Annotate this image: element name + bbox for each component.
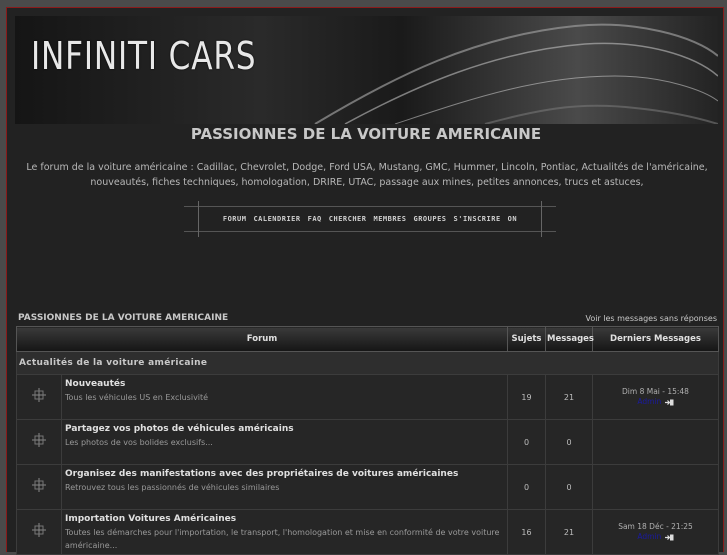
forum-posts-count: 21 <box>545 509 593 555</box>
site-logo[interactable]: INFINITI CARS <box>31 34 256 78</box>
goto-last-post-icon[interactable] <box>664 399 674 406</box>
nav-chercher[interactable]: chercher <box>329 215 367 223</box>
site-description: Le forum de la voiture américaine : Cadi… <box>26 162 708 188</box>
forum-read-icon <box>32 433 46 447</box>
forum-description: Retrouvez tous les passionnés de véhicul… <box>65 483 280 492</box>
forum-topics-count: 19 <box>507 374 546 420</box>
main-navigation: forum calendrier faq chercher membres gr… <box>184 201 556 237</box>
category-row: Actualités de la voiture américaine <box>16 351 719 375</box>
unanswered-posts-link[interactable]: Voir les messages sans réponses <box>585 314 717 323</box>
forum-description: Tous les véhicules US en Exclusivité <box>65 393 209 402</box>
last-post-author[interactable]: Admin <box>637 532 661 541</box>
category-title[interactable]: Actualités de la voiture américaine <box>16 351 719 375</box>
forum-row: Partagez vos photos de véhicules américa… <box>16 419 719 465</box>
forum-status-cell <box>16 464 62 510</box>
forum-read-icon <box>32 478 46 492</box>
nav-connexion[interactable]: on <box>508 215 517 223</box>
nav-membres[interactable]: membres <box>373 215 406 223</box>
page-frame: INFINITI CARS PASSIONNES DE LA VOITURE A… <box>6 7 724 555</box>
table-header-row: Forum Sujets Messages Derniers Messages <box>16 326 719 352</box>
forum-last-post: Dim 8 Mai - 15:48 Admin <box>592 374 719 420</box>
forum-info-cell: Importation Voitures Américaines Toutes … <box>61 509 508 555</box>
forum-info-cell: Partagez vos photos de véhicules américa… <box>61 419 508 465</box>
forum-description: Les photos de vos bolides exclusifs... <box>65 438 213 447</box>
forum-last-post <box>592 419 719 465</box>
forum-status-cell <box>16 419 62 465</box>
forum-posts-count: 21 <box>545 374 593 420</box>
forum-topics-count: 0 <box>507 464 546 510</box>
forum-posts-count: 0 <box>545 464 593 510</box>
nav-faq[interactable]: faq <box>308 215 322 223</box>
header-topics: Sujets <box>507 326 546 352</box>
forum-last-post: Sam 18 Déc - 21:25 Admin <box>592 509 719 555</box>
forum-title-link[interactable]: Nouveautés <box>65 379 505 389</box>
forum-index-table: Forum Sujets Messages Derniers Messages … <box>16 326 719 555</box>
forum-row: Organisez des manifestations avec des pr… <box>16 464 719 510</box>
forum-row: Importation Voitures Américaines Toutes … <box>16 509 719 555</box>
last-post-date: Sam 18 Déc - 21:25 <box>618 522 693 531</box>
nav-groupes[interactable]: groupes <box>414 215 447 223</box>
forum-status-cell <box>16 509 62 555</box>
forum-last-post <box>592 464 719 510</box>
forum-title-link[interactable]: Importation Voitures Américaines <box>65 514 505 524</box>
header-forum: Forum <box>16 326 508 352</box>
last-post-date: Dim 8 Mai - 15:48 <box>622 387 689 396</box>
forum-title-link[interactable]: Partagez vos photos de véhicules américa… <box>65 424 505 434</box>
forum-topics-count: 16 <box>507 509 546 555</box>
forum-read-icon <box>32 523 46 537</box>
goto-last-post-icon[interactable] <box>664 534 674 541</box>
header-last-posts: Derniers Messages <box>592 326 719 352</box>
nav-sinscrire[interactable]: s'inscrire <box>454 215 501 223</box>
site-banner[interactable]: INFINITI CARS <box>15 16 718 124</box>
nav-forum[interactable]: forum <box>223 215 247 223</box>
forum-row: Nouveautés Tous les véhicules US en Excl… <box>16 374 719 420</box>
forum-topics-count: 0 <box>507 419 546 465</box>
header-posts: Messages <box>545 326 594 352</box>
forum-read-icon <box>32 388 46 402</box>
nav-calendrier[interactable]: calendrier <box>253 215 300 223</box>
forum-title-link[interactable]: Organisez des manifestations avec des pr… <box>65 469 505 479</box>
board-heading[interactable]: PASSIONNES DE LA VOITURE AMERICAINE <box>18 313 228 323</box>
forum-info-cell: Nouveautés Tous les véhicules US en Excl… <box>61 374 508 420</box>
site-title: PASSIONNES DE LA VOITURE AMERICAINE <box>190 125 542 143</box>
forum-info-cell: Organisez des manifestations avec des pr… <box>61 464 508 510</box>
last-post-author[interactable]: Admin <box>637 397 661 406</box>
forum-description: Toutes les démarches pour l'importation,… <box>65 528 500 550</box>
forum-status-cell <box>16 374 62 420</box>
forum-posts-count: 0 <box>545 419 593 465</box>
